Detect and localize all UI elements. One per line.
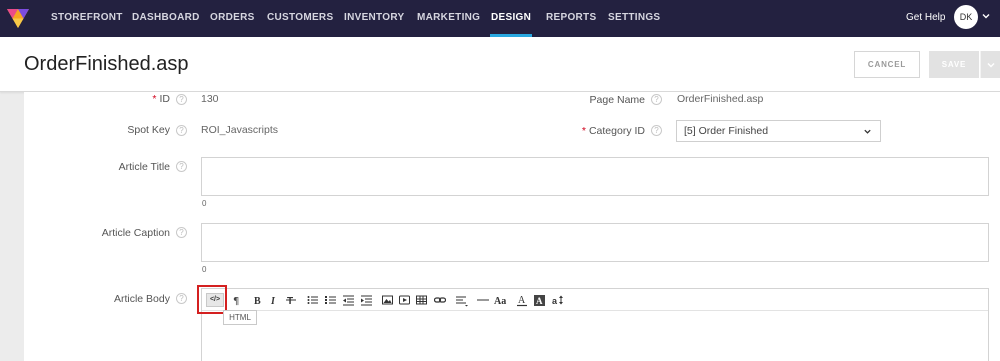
svg-text:A: A [518, 295, 526, 306]
help-icon[interactable]: ? [176, 293, 187, 304]
chevron-down-icon [864, 129, 871, 134]
nav-item-design[interactable]: DESIGN [489, 0, 533, 37]
page-header: OrderFinished.asp CANCEL SAVE [0, 37, 1000, 92]
svg-text:B: B [254, 296, 261, 307]
required-marker: * [152, 93, 157, 105]
nav-item-orders[interactable]: ORDERS [210, 0, 255, 37]
article-body-label: Article Body [113, 293, 170, 305]
required-marker: * [581, 125, 586, 137]
article-caption-label: Article Caption [101, 227, 170, 239]
outdent-icon[interactable] [343, 293, 354, 307]
category-id-label-text: Category ID [588, 125, 645, 137]
editor-toolbar: </> ¶ B I T Aa A A a [202, 289, 988, 311]
article-title-label: Article Title [118, 161, 170, 173]
align-icon[interactable] [456, 293, 468, 307]
indent-icon[interactable] [361, 293, 372, 307]
avatar[interactable]: DK [954, 5, 978, 29]
help-icon[interactable]: ? [651, 94, 662, 105]
strikethrough-icon[interactable]: T [286, 293, 296, 307]
id-label: * ID [120, 93, 170, 105]
article-title-char-count: 0 [202, 199, 207, 208]
nav-item-settings[interactable]: SETTINGS [608, 0, 660, 37]
bullet-list-icon[interactable] [307, 293, 318, 307]
id-label-text: ID [159, 93, 171, 105]
get-help-link[interactable]: Get Help [906, 0, 945, 35]
horizontal-rule-icon[interactable] [477, 293, 489, 307]
nav-item-marketing[interactable]: MARKETING [417, 0, 480, 37]
svg-text:I: I [270, 296, 276, 307]
link-icon[interactable] [434, 293, 446, 307]
page-name-label: Page Name [589, 94, 645, 106]
nav-item-inventory[interactable]: INVENTORY [344, 0, 405, 37]
italic-icon[interactable]: I [269, 293, 279, 307]
article-caption-input[interactable] [201, 223, 989, 262]
cancel-button[interactable]: CANCEL [854, 51, 920, 78]
spot-key-label: Spot Key [127, 124, 170, 136]
chevron-down-icon[interactable] [981, 11, 991, 21]
id-value: 130 [201, 93, 219, 105]
nav-item-dashboard[interactable]: DASHBOARD [132, 0, 200, 37]
spot-key-value: ROI_Javascripts [201, 124, 279, 136]
paragraph-icon[interactable]: ¶ [232, 293, 242, 307]
svg-text:A: A [536, 296, 543, 306]
svg-text:Aa: Aa [494, 296, 506, 307]
html-tooltip: HTML [223, 310, 257, 325]
category-id-label: * Category ID [560, 125, 645, 137]
category-id-selected-value: [5] Order Finished [684, 125, 769, 137]
chevron-down-icon [987, 63, 995, 68]
table-icon[interactable] [416, 293, 427, 307]
save-button[interactable]: SAVE [929, 51, 979, 78]
image-icon[interactable] [382, 293, 393, 307]
background-color-icon[interactable]: A [534, 293, 545, 307]
help-icon[interactable]: ? [176, 125, 187, 136]
font-color-icon[interactable]: A [517, 293, 527, 307]
help-icon[interactable]: ? [176, 227, 187, 238]
video-icon[interactable] [399, 293, 410, 307]
line-height-icon[interactable]: a [552, 293, 565, 307]
nav-item-storefront[interactable]: STOREFRONT [51, 0, 123, 37]
nav-item-customers[interactable]: CUSTOMERS [267, 0, 333, 37]
svg-text:a: a [552, 296, 558, 306]
article-caption-char-count: 0 [202, 265, 207, 274]
bold-icon[interactable]: B [253, 293, 263, 307]
help-icon[interactable]: ? [176, 161, 187, 172]
category-id-select[interactable]: [5] Order Finished [676, 120, 881, 142]
help-icon[interactable]: ? [176, 94, 187, 105]
svg-text:T: T [287, 296, 293, 307]
svg-text:¶: ¶ [233, 296, 239, 307]
logo-icon[interactable] [6, 6, 30, 30]
article-body-editor[interactable]: </> ¶ B I T Aa A A a [201, 288, 989, 361]
article-title-input[interactable] [201, 157, 989, 196]
numbered-list-icon[interactable] [325, 293, 336, 307]
font-size-icon[interactable]: Aa [494, 293, 508, 307]
nav-item-reports[interactable]: REPORTS [546, 0, 596, 37]
page-name-value: OrderFinished.asp [677, 93, 764, 105]
help-icon[interactable]: ? [651, 125, 662, 136]
page-title: OrderFinished.asp [24, 53, 189, 75]
top-navigation: STOREFRONT DASHBOARD ORDERS CUSTOMERS IN… [0, 0, 1000, 37]
save-options-button[interactable] [980, 51, 1000, 78]
